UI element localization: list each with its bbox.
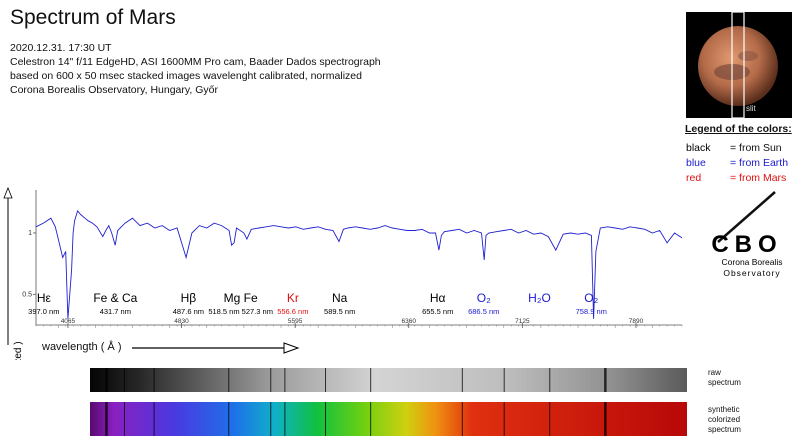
- spectral-line-label: Hε: [37, 291, 52, 305]
- synthetic-absorption-line: [270, 402, 272, 436]
- legend-desc: = from Sun: [730, 142, 782, 154]
- synthetic-absorption-line: [549, 402, 551, 436]
- spectral-line-wavelength: 655.5 nm: [422, 307, 453, 316]
- x-axis-label-text: wavelength ( Å ): [42, 341, 122, 353]
- mars-image: slit: [686, 12, 792, 118]
- spectral-line-label: Hα: [430, 291, 446, 305]
- y-tick-label: 0.5: [22, 291, 32, 298]
- synthetic-absorption-line: [604, 402, 607, 436]
- y-tick-label: 1: [28, 230, 32, 237]
- chart-axes: 1 0.5 4065 4830 5595 6360 7125 7890: [3, 186, 683, 345]
- spectral-line-wavelength: 487.6 nm: [173, 307, 204, 316]
- spectrum-chart: 1 0.5 4065 4830 5595 6360 7125 7890 Hε 397.0 nm F…: [3, 186, 683, 360]
- spectral-line-wavelength: 431.7 nm: [100, 307, 131, 316]
- y-axis-arrow-head: [3, 186, 13, 199]
- legend-desc: = from Earth: [730, 157, 789, 169]
- raw-absorption-line: [604, 368, 607, 392]
- x-axis-label: wavelength ( Å ): [42, 341, 121, 353]
- logo-line2: Observatory: [723, 268, 780, 278]
- raw-absorption-line: [228, 368, 230, 392]
- synthetic-absorption-line: [105, 402, 108, 436]
- legend-key: black: [686, 142, 711, 154]
- spectral-line-wavelength: 758.9 nm: [576, 307, 607, 316]
- synthetic-absorption-line: [123, 402, 125, 436]
- raw-absorption-line: [123, 368, 125, 392]
- slit-label: slit: [746, 104, 756, 113]
- observatory-info: Corona Borealis Observatory, Hungary, Gy…: [10, 84, 218, 96]
- legend-item-sun: black = from Sun: [686, 142, 782, 154]
- legend-item-earth: blue = from Earth: [686, 157, 788, 169]
- raw-absorption-line: [370, 368, 372, 392]
- mars-photo: [698, 12, 778, 118]
- raw-spectrum-label: raw spectrum: [708, 368, 741, 387]
- spectral-line-label: H₂O: [528, 291, 551, 305]
- x-tick-label: 4830: [174, 318, 189, 325]
- spectral-line-label: Na: [332, 291, 348, 305]
- synthetic-absorption-line: [228, 402, 230, 436]
- x-tick-label: 6360: [402, 318, 417, 325]
- synthetic-absorption-line: [461, 402, 463, 436]
- spectral-line-wavelength: 397.0 nm: [28, 307, 59, 316]
- logo-letters: CBO: [711, 231, 782, 258]
- synthetic-absorption-line: [325, 402, 327, 436]
- observation-date: 2020.12.31. 17:30 UT: [10, 42, 112, 54]
- legend-key: blue: [686, 157, 706, 169]
- y-axis-label: intensity ( normalized ): [13, 341, 24, 360]
- raw-absorption-line: [284, 368, 286, 392]
- legend-item-mars: red = from Mars: [686, 172, 786, 184]
- raw-absorption-line: [325, 368, 327, 392]
- raw-absorption-line: [461, 368, 463, 392]
- spectral-line-label: Hβ: [181, 291, 197, 305]
- x-tick-label: 7890: [629, 318, 644, 325]
- spectral-line-wavelength: 518.5 nm 527.3 nm: [208, 307, 273, 316]
- raw-spectrum-strip: [90, 368, 687, 392]
- synthetic-absorption-line: [153, 402, 155, 436]
- raw-absorption-line: [549, 368, 551, 392]
- raw-absorption-line: [270, 368, 272, 392]
- synthetic-absorption-line: [503, 402, 505, 436]
- spectral-line-label: Mg Fe: [224, 291, 258, 305]
- spectral-line-wavelength: 686.5 nm: [468, 307, 499, 316]
- spectral-line-label: Fe & Ca: [93, 291, 137, 305]
- synthetic-absorption-line: [370, 402, 372, 436]
- synthetic-spectrum-strip: [90, 402, 687, 436]
- processing-info: based on 600 x 50 msec stacked images wa…: [10, 70, 362, 82]
- equipment-info: Celestron 14" f/11 EdgeHD, ASI 1600MM Pr…: [10, 56, 381, 68]
- spectral-line-label: Kr: [287, 291, 299, 305]
- spectral-line-label: O₂: [477, 291, 491, 305]
- x-tick-label: 4065: [61, 318, 76, 325]
- page-title: Spectrum of Mars: [10, 6, 176, 29]
- spectral-line-labels: Hε 397.0 nm Fe & Ca 431.7 nm Hβ 487.6 nm Mg Fe…: [28, 291, 607, 316]
- spectral-line-label: O₂: [584, 291, 598, 305]
- synthetic-absorption-line: [284, 402, 286, 436]
- legend-desc: = from Mars: [730, 172, 787, 184]
- cbo-logo: CBO Corona Borealis Observatory: [700, 190, 795, 280]
- x-tick-label: 7125: [515, 318, 530, 325]
- spectral-line-wavelength: 589.5 nm: [324, 307, 355, 316]
- x-axis-arrow: [132, 342, 300, 354]
- logo-line1: Corona Borealis: [722, 257, 783, 267]
- x-tick-label: 5595: [288, 318, 303, 325]
- legend-title: Legend of the colors:: [685, 123, 792, 135]
- spectral-line-wavelength: 556.6 nm: [277, 307, 308, 316]
- raw-absorption-line: [153, 368, 155, 392]
- synthetic-spectrum-label: synthetic colorized spectrum: [708, 405, 741, 434]
- raw-absorption-line: [105, 368, 108, 392]
- raw-absorption-line: [503, 368, 505, 392]
